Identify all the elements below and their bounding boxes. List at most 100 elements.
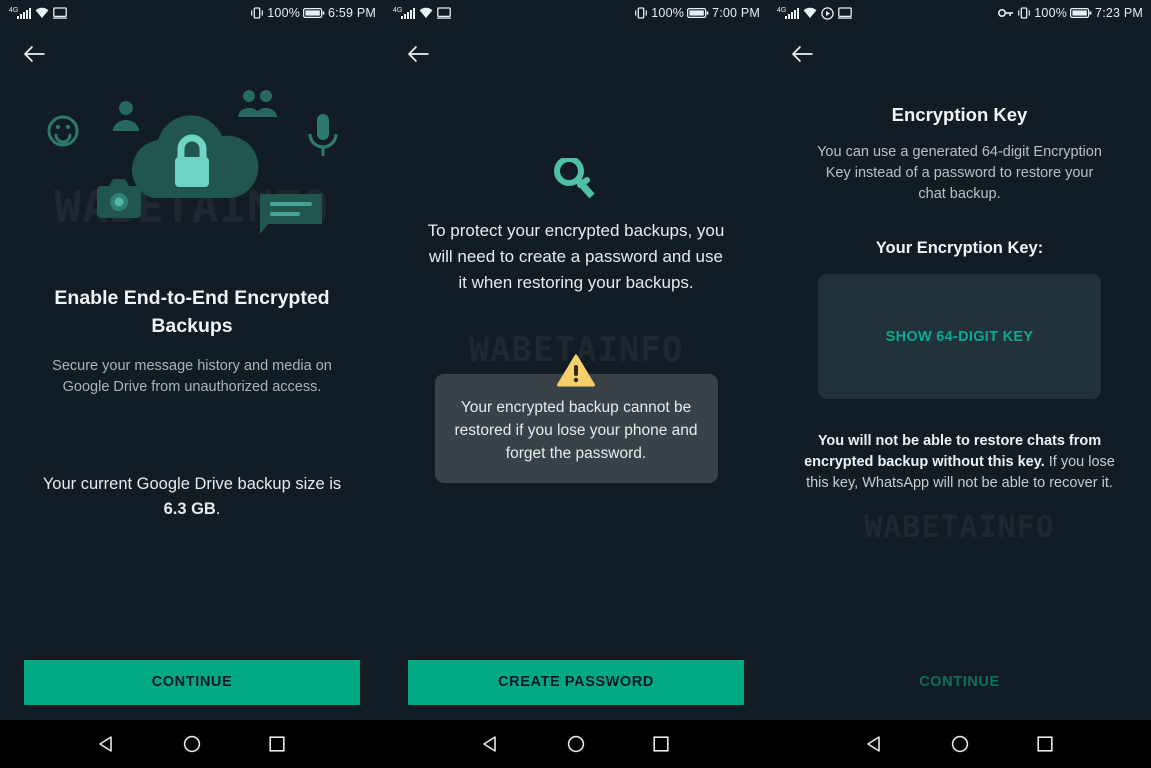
- group-icon: [238, 90, 277, 117]
- page-subtitle: Secure your message history and media on…: [52, 358, 332, 395]
- back-triangle-icon: [866, 736, 880, 752]
- play-circle-icon: [821, 6, 835, 20]
- status-bar-left: 4G: [777, 6, 853, 20]
- back-triangle-icon: [482, 736, 496, 752]
- wifi-icon: [803, 7, 817, 19]
- nav-back-button[interactable]: [853, 720, 897, 768]
- battery-percent: 100%: [1034, 6, 1068, 20]
- backup-size-text: Your current Google Drive backup size is…: [0, 472, 384, 522]
- page-title: Encryption Key: [891, 104, 1028, 125]
- key-warning-text: You will not be able to restore chats fr…: [768, 431, 1151, 494]
- status-bar-left: 4G: [393, 7, 452, 19]
- panel-encryption-key: 4G 100% 7:23 PM WABETAINFO Encryption Ke…: [768, 0, 1151, 720]
- back-button[interactable]: [782, 34, 822, 74]
- back-arrow-icon: [24, 46, 45, 62]
- status-bar-right: 100% 7:23 PM: [998, 6, 1143, 20]
- back-button[interactable]: [398, 34, 438, 74]
- show-key-card[interactable]: SHOW 64-DIGIT KEY: [818, 274, 1101, 399]
- person-icon: [113, 101, 139, 131]
- show-key-button-label: SHOW 64-DIGIT KEY: [885, 328, 1034, 345]
- nav-recents-button[interactable]: [1023, 720, 1067, 768]
- bottom-button-bar: CREATE PASSWORD: [384, 644, 768, 720]
- warning-box: Your encrypted backup cannot be restored…: [434, 354, 718, 483]
- key-icon: [998, 7, 1014, 19]
- continue-button-disabled[interactable]: CONTINUE: [792, 660, 1128, 705]
- battery-icon: [1070, 7, 1092, 19]
- nav-group: [384, 720, 768, 768]
- top-app-bar: [768, 26, 1151, 82]
- nav-recents-button[interactable]: [639, 720, 683, 768]
- backup-size-suffix: .: [215, 500, 221, 518]
- panel-enable-encrypted-backups: 4G 100% 6:59 PM WABETAINFO Enable End-to…: [0, 0, 384, 720]
- top-app-bar: [384, 26, 768, 82]
- chat-bubble-icon: [260, 194, 322, 234]
- back-button[interactable]: [14, 34, 54, 74]
- clock: 6:59 PM: [328, 6, 376, 20]
- status-bar: 4G 100% 7:23 PM: [768, 0, 1151, 26]
- battery-icon: [303, 7, 325, 19]
- bottom-button-bar: CONTINUE: [0, 644, 384, 720]
- screenshot-root: 4G 100% 6:59 PM WABETAINFO Enable End-to…: [0, 0, 1151, 768]
- backup-size-value: 6.3 GB: [163, 500, 216, 518]
- clock: 7:23 PM: [1095, 6, 1143, 20]
- continue-button[interactable]: CONTINUE: [24, 659, 360, 705]
- back-arrow-icon: [792, 46, 813, 62]
- home-circle-icon: [183, 735, 201, 753]
- recents-square-icon: [269, 736, 285, 752]
- back-triangle-icon: [98, 736, 112, 752]
- nav-back-button[interactable]: [85, 720, 129, 768]
- panel-strip: 4G 100% 6:59 PM WABETAINFO Enable End-to…: [0, 0, 1151, 720]
- status-bar-left: 4G: [9, 7, 68, 19]
- nav-home-button[interactable]: [170, 720, 214, 768]
- battery-icon: [687, 7, 709, 19]
- wifi-icon: [419, 7, 433, 19]
- nav-group: [768, 720, 1151, 768]
- battery-percent: 100%: [651, 6, 685, 20]
- status-bar: 4G 100%: [0, 0, 384, 26]
- home-circle-icon: [567, 735, 585, 753]
- nav-back-button[interactable]: [469, 720, 513, 768]
- battery-percent: 100%: [267, 6, 301, 20]
- cast-icon: [838, 7, 853, 19]
- status-bar-right: 100% 7:00 PM: [634, 6, 760, 20]
- panel-create-password: 4G 100% 7:00 PM WABETAINFO To protect yo…: [384, 0, 768, 720]
- watermark: WABETAINFO: [864, 510, 1055, 545]
- signal-bars-icon: 4G: [9, 7, 32, 19]
- warning-triangle-icon: [557, 354, 595, 387]
- encryption-key-label: Your Encryption Key:: [875, 239, 1044, 257]
- wifi-icon: [35, 7, 49, 19]
- nav-home-button[interactable]: [554, 720, 598, 768]
- nav-recents-button[interactable]: [255, 720, 299, 768]
- panel-content: Enable End-to-End Encrypted Backups Secu…: [0, 86, 384, 522]
- warning-text: Your encrypted backup cannot be restored…: [454, 399, 698, 462]
- key-icon: [554, 158, 595, 199]
- cast-icon: [437, 7, 452, 19]
- vibrate-icon: [634, 7, 648, 19]
- top-app-bar: [0, 26, 384, 82]
- recents-square-icon: [1036, 736, 1053, 752]
- panel-content: Encryption Key You can use a generated 6…: [768, 104, 1151, 494]
- encrypted-backup-illustration: [0, 86, 384, 246]
- vibrate-icon: [1017, 7, 1031, 19]
- nav-group: [0, 720, 384, 768]
- panel-content: To protect your encrypted backups, you w…: [384, 158, 768, 483]
- bottom-button-bar: CONTINUE: [768, 644, 1151, 720]
- page-title: Enable End-to-End Encrypted Backups: [54, 287, 330, 337]
- password-explanation: To protect your encrypted backups, you w…: [427, 221, 725, 292]
- emoji-icon: [47, 115, 79, 147]
- recents-square-icon: [653, 736, 669, 752]
- android-nav-bar: [0, 720, 1151, 768]
- key-illustration: [384, 158, 768, 200]
- clock: 7:00 PM: [712, 6, 760, 20]
- status-bar: 4G 100%: [384, 0, 768, 26]
- signal-bars-icon: 4G: [393, 7, 416, 19]
- camera-icon: [97, 179, 141, 218]
- create-password-button[interactable]: CREATE PASSWORD: [408, 659, 744, 705]
- home-circle-icon: [951, 735, 968, 753]
- back-arrow-icon: [408, 46, 429, 62]
- status-bar-right: 100% 6:59 PM: [250, 6, 376, 20]
- cast-icon: [53, 7, 68, 19]
- nav-home-button[interactable]: [938, 720, 982, 768]
- vibrate-icon: [250, 7, 264, 19]
- microphone-icon: [308, 114, 338, 156]
